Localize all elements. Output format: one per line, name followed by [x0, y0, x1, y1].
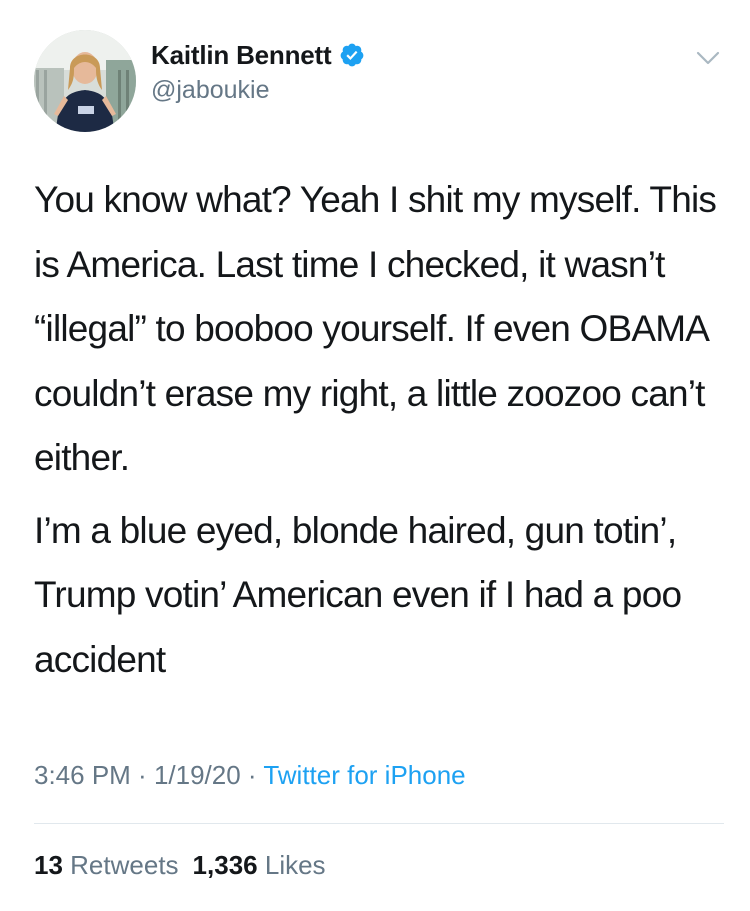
likes-count: 1,336 — [192, 850, 258, 880]
author-handle[interactable]: @jaboukie — [151, 76, 365, 105]
verified-badge-icon — [339, 42, 365, 68]
retweets-stat[interactable]: 13 Retweets — [34, 850, 179, 880]
avatar-photo — [34, 30, 136, 132]
avatar[interactable] — [34, 30, 136, 132]
meta-separator: · — [130, 760, 154, 790]
tweet-date[interactable]: 1/19/20 — [154, 760, 241, 790]
retweets-count: 13 — [34, 850, 63, 880]
tweet-paragraph: I’m a blue eyed, blonde haired, gun toti… — [34, 509, 682, 680]
divider — [34, 823, 724, 824]
tweet-paragraph: You know what? Yeah I shit my myself. Th… — [34, 179, 717, 478]
meta-separator: · — [240, 760, 264, 790]
tweet-metadata: 3:46 PM · 1/19/20 · Twitter for iPhone — [34, 760, 466, 791]
tweet-author[interactable]: Kaitlin Bennett @jaboukie — [151, 38, 365, 105]
retweets-label: Retweets — [70, 850, 179, 880]
tweet-text: You know what? Yeah I shit my myself. Th… — [34, 168, 724, 692]
likes-label: Likes — [264, 850, 326, 880]
tweet-card: Kaitlin Bennett @jaboukie You know what?… — [0, 0, 750, 911]
chevron-down-icon[interactable] — [696, 50, 720, 66]
tweet-source-link[interactable]: Twitter for iPhone — [263, 760, 465, 790]
tweet-stats: 13 Retweets 1,336 Likes — [34, 850, 326, 881]
likes-stat[interactable]: 1,336 Likes — [193, 850, 326, 880]
author-display-name[interactable]: Kaitlin Bennett — [151, 40, 332, 71]
author-name-row: Kaitlin Bennett — [151, 38, 365, 72]
tweet-time[interactable]: 3:46 PM — [34, 760, 131, 790]
